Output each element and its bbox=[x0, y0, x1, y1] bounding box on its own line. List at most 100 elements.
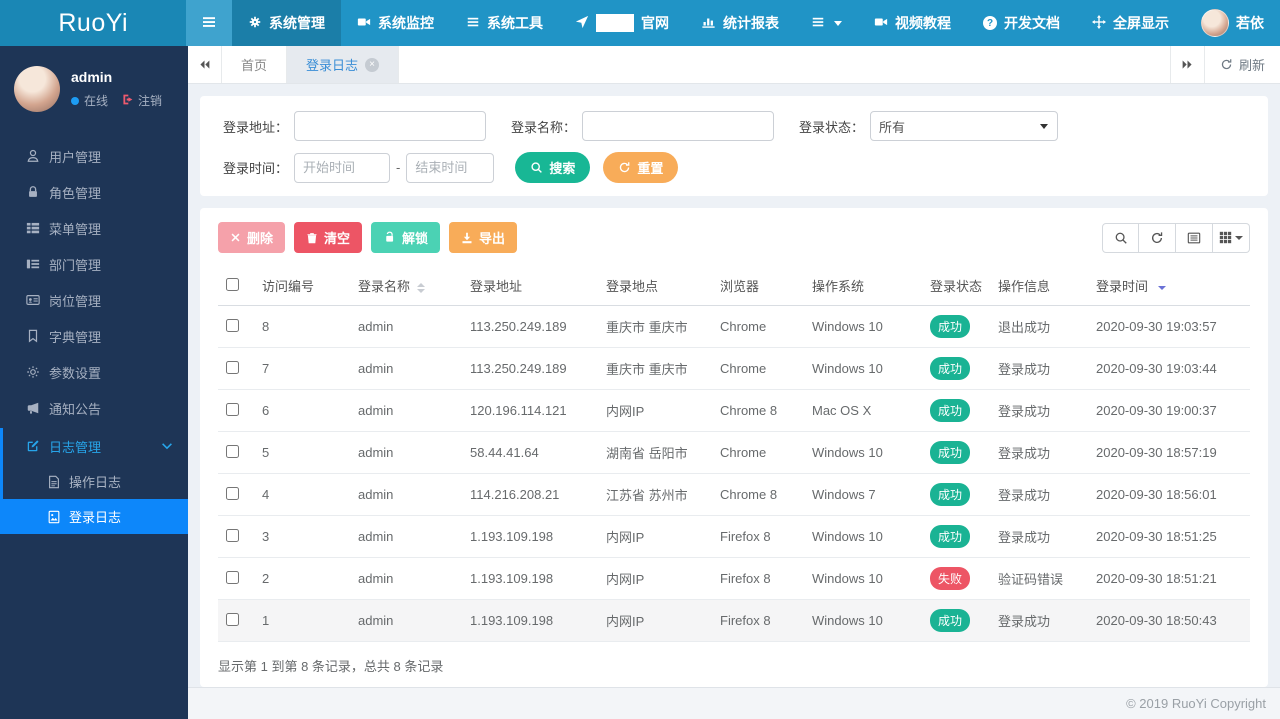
login-status-select-wrap bbox=[870, 111, 1058, 141]
login-name-input[interactable] bbox=[582, 111, 774, 141]
close-icon[interactable]: × bbox=[365, 57, 380, 72]
sidebar-item-posts[interactable]: 岗位管理 bbox=[0, 282, 188, 318]
sidebar-item-params[interactable]: 参数设置 bbox=[0, 354, 188, 390]
cell-ip: 113.250.249.189 bbox=[462, 347, 598, 390]
cell-id: 4 bbox=[254, 473, 350, 516]
expand-icon bbox=[1092, 14, 1106, 32]
id-card-icon bbox=[26, 295, 40, 305]
video-camera-icon bbox=[874, 15, 888, 32]
row-checkbox[interactable] bbox=[226, 612, 239, 626]
unlock-button[interactable]: 解锁 bbox=[371, 222, 441, 253]
row-checkbox[interactable] bbox=[226, 570, 239, 584]
fullscreen-button[interactable]: 全屏显示 bbox=[1076, 0, 1185, 46]
file-text-icon bbox=[49, 475, 59, 488]
row-checkbox[interactable] bbox=[226, 402, 239, 416]
sidebar-item-label: 岗位管理 bbox=[49, 293, 102, 309]
table-row[interactable]: 6 admin 120.196.114.121 内网IP Chrome 8 Ma… bbox=[218, 389, 1250, 432]
cell-name: admin bbox=[350, 599, 462, 642]
end-time-input[interactable] bbox=[406, 152, 495, 183]
bars-icon bbox=[466, 15, 480, 32]
sidebar-item-departments[interactable]: 部门管理 bbox=[0, 246, 188, 282]
bars-icon bbox=[811, 15, 825, 32]
start-time-input[interactable] bbox=[294, 152, 390, 183]
table-row[interactable]: 8 admin 113.250.249.189 重庆市 重庆市 Chrome W… bbox=[218, 306, 1250, 348]
cell-browser: Chrome 8 bbox=[712, 473, 804, 516]
export-button[interactable]: 导出 bbox=[449, 222, 518, 253]
clear-button[interactable]: 清空 bbox=[294, 222, 363, 253]
refresh-tab-button[interactable]: 刷新 bbox=[1203, 46, 1280, 83]
cell-os: Mac OS X bbox=[804, 389, 922, 432]
nav-item-system-manage[interactable]: 系统管理 bbox=[232, 0, 341, 46]
table-row[interactable]: 1 admin 1.193.109.198 内网IP Firefox 8 Win… bbox=[218, 599, 1250, 642]
avatar[interactable] bbox=[14, 66, 60, 112]
row-checkbox[interactable] bbox=[226, 486, 239, 500]
bookmark-icon bbox=[28, 329, 38, 343]
sidebar-menu: 用户管理 角色管理 菜单管理 部门管理 岗位管理 字典管理 参数设置 通知公告 … bbox=[0, 138, 188, 534]
row-checkbox[interactable] bbox=[226, 318, 239, 332]
select-all-checkbox[interactable] bbox=[226, 277, 239, 291]
cell-name: admin bbox=[350, 347, 462, 390]
col-header-name[interactable]: 登录名称 bbox=[350, 266, 462, 306]
table-row[interactable]: 2 admin 1.193.109.198 内网IP Firefox 8 Win… bbox=[218, 557, 1250, 600]
status-badge: 成功 bbox=[930, 609, 971, 632]
logout-button[interactable]: 注销 bbox=[121, 92, 162, 109]
sidebar-item-notice[interactable]: 通知公告 bbox=[0, 390, 188, 426]
brand-logo[interactable]: RuoYi bbox=[0, 0, 187, 46]
tab-login-log[interactable]: 登录日志 × bbox=[287, 46, 400, 83]
search-icon bbox=[1115, 232, 1127, 244]
more-menus-dropdown[interactable] bbox=[795, 0, 858, 46]
tabs-scroll-right-button[interactable] bbox=[1169, 46, 1204, 83]
search-button[interactable]: 搜索 bbox=[515, 152, 591, 183]
cell-name: admin bbox=[350, 389, 462, 432]
delete-button[interactable]: 删除 bbox=[218, 222, 286, 253]
search-row-1: 登录地址： 登录名称： 登录状态： bbox=[218, 111, 1250, 141]
row-checkbox[interactable] bbox=[226, 360, 239, 374]
table-row[interactable]: 5 admin 58.44.41.64 湖南省 岳阳市 Chrome Windo… bbox=[218, 431, 1250, 474]
tab-home[interactable]: 首页 bbox=[222, 46, 288, 83]
nav-item-official-site[interactable]: 官网 bbox=[559, 0, 685, 46]
card-view-button[interactable] bbox=[1176, 222, 1213, 253]
footer: © 2019 RuoYi Copyright bbox=[188, 687, 1280, 719]
clear-button-label: 清空 bbox=[324, 231, 351, 246]
row-checkbox[interactable] bbox=[226, 528, 239, 542]
sidebar-item-operation-log[interactable]: 操作日志 bbox=[3, 464, 188, 499]
refresh-table-button[interactable] bbox=[1139, 222, 1176, 253]
edit-icon bbox=[27, 440, 39, 452]
cell-message: 验证码错误 bbox=[990, 557, 1088, 600]
export-button-label: 导出 bbox=[479, 231, 506, 246]
cell-ip: 120.196.114.121 bbox=[462, 389, 598, 432]
sort-desc-icon bbox=[1158, 285, 1167, 290]
tabs-scroll-left-button[interactable] bbox=[188, 46, 222, 83]
nav-item-report[interactable]: 统计报表 bbox=[685, 0, 795, 46]
sidebar-item-menus[interactable]: 菜单管理 bbox=[0, 210, 188, 246]
sidebar-item-roles[interactable]: 角色管理 bbox=[0, 174, 188, 210]
table-header-row: 访问编号 登录名称 登录地址 登录地点 浏览器 操作系统 登录状态 操作信息 登… bbox=[218, 266, 1250, 306]
user-menu[interactable]: 若依 bbox=[1185, 0, 1280, 46]
sidebar-item-login-log[interactable]: 登录日志 bbox=[3, 499, 188, 534]
double-chevron-right-icon bbox=[1182, 60, 1192, 69]
table-row[interactable]: 7 admin 113.250.249.189 重庆市 重庆市 Chrome W… bbox=[218, 347, 1250, 390]
reset-button[interactable]: 重置 bbox=[603, 152, 679, 183]
video-tutorial-button[interactable]: 视频教程 bbox=[858, 0, 967, 46]
sidebar-item-users[interactable]: 用户管理 bbox=[0, 138, 188, 174]
sidebar-item-log-manage[interactable]: 日志管理 bbox=[3, 428, 188, 464]
table-row[interactable]: 3 admin 1.193.109.198 内网IP Firefox 8 Win… bbox=[218, 515, 1250, 558]
tab-label: 登录日志 bbox=[306, 58, 359, 73]
columns-dropdown-button[interactable] bbox=[1213, 222, 1250, 253]
dev-docs-button[interactable]: ? 开发文档 bbox=[967, 0, 1076, 46]
nav-item-system-monitor[interactable]: 系统监控 bbox=[341, 0, 450, 46]
row-checkbox[interactable] bbox=[226, 444, 239, 458]
login-status-select[interactable] bbox=[870, 111, 1058, 141]
table-row[interactable]: 4 admin 114.216.208.21 江苏省 苏州市 Chrome 8 … bbox=[218, 473, 1250, 516]
user-avatar bbox=[1201, 9, 1229, 37]
cell-id: 1 bbox=[254, 599, 350, 642]
bar-chart-icon bbox=[701, 15, 716, 32]
cell-id: 5 bbox=[254, 431, 350, 474]
login-address-input[interactable] bbox=[294, 111, 486, 141]
nav-item-system-tools[interactable]: 系统工具 bbox=[450, 0, 559, 46]
sidebar-toggle-button[interactable] bbox=[186, 0, 232, 46]
sidebar-item-dict[interactable]: 字典管理 bbox=[0, 318, 188, 354]
copyright-text: © 2019 RuoYi Copyright bbox=[1126, 696, 1266, 711]
col-header-time[interactable]: 登录时间 bbox=[1088, 266, 1250, 306]
toggle-search-button[interactable] bbox=[1102, 222, 1139, 253]
